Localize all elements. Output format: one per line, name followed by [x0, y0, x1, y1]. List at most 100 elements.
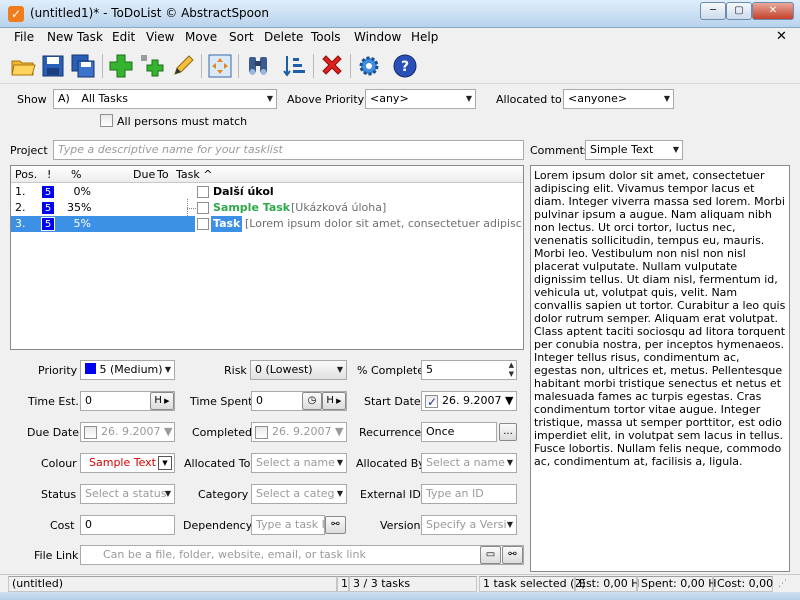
cost-input[interactable]: 0	[80, 515, 175, 535]
save-icon[interactable]	[40, 53, 66, 79]
new-task-icon[interactable]	[108, 53, 134, 79]
close-button[interactable]: ✕	[752, 2, 794, 20]
priority-combo[interactable]: 5 (Medium) ▼	[80, 360, 175, 380]
chevron-down-icon: ▼	[663, 94, 670, 103]
start-date-input[interactable]: 26. 9.2007 ▼	[421, 391, 517, 411]
percent-complete-input[interactable]: 5 ▲ ▼	[421, 360, 517, 380]
completed-date-value: 26. 9.2007	[272, 425, 332, 438]
sort-icon[interactable]	[282, 53, 308, 79]
chevron-down-icon: ▼	[336, 365, 343, 374]
delete-icon[interactable]	[319, 53, 345, 79]
due-date-checkbox[interactable]	[84, 426, 97, 439]
task-done-checkbox[interactable]	[197, 186, 209, 198]
recurrence-input[interactable]: Once	[421, 422, 497, 442]
all-persons-checkbox[interactable]	[100, 114, 113, 127]
allocated-to-filter-label: Allocated to	[496, 93, 562, 106]
chevron-down-icon: ▼	[266, 94, 273, 103]
comments-editor[interactable]: Lorem ipsum dolor sit amet, consectetuer…	[530, 165, 790, 572]
allocated-by-combo[interactable]: Select a name ▼	[421, 453, 517, 473]
link-icon[interactable]: ⚯	[325, 516, 346, 534]
open-folder-icon[interactable]	[10, 53, 36, 79]
task-title: Sample Task	[213, 201, 291, 214]
menu-sort[interactable]: Sort	[229, 30, 254, 44]
chevron-down-icon: ▼	[163, 425, 173, 438]
table-row[interactable]: 1. 5 0% Další úkol	[11, 184, 523, 200]
completed-checkbox[interactable]	[255, 426, 268, 439]
allocated-to-combo[interactable]: Select a name ▼	[251, 453, 347, 473]
status-combo[interactable]: Select a status ▼	[80, 484, 175, 504]
menu-tools[interactable]: Tools	[311, 30, 341, 44]
status-number: 1	[337, 576, 349, 592]
column-percent[interactable]: %	[71, 168, 81, 181]
column-flag[interactable]: !	[47, 168, 51, 181]
browse-folder-icon[interactable]: ▭	[480, 546, 501, 564]
menu-move[interactable]: Move	[185, 30, 217, 44]
external-id-input[interactable]: Type an ID	[421, 484, 517, 504]
menu-file[interactable]: File	[14, 30, 34, 44]
table-row[interactable]: 3. 5 5% Task [Lorem ipsum dolor sit amet…	[11, 216, 523, 232]
category-combo[interactable]: Select a categ ▼	[251, 484, 347, 504]
dependency-input[interactable]: Type a task ID	[251, 515, 325, 535]
chevron-down-icon: ▼	[672, 145, 679, 154]
allocated-to-filter-combo[interactable]: <anyone> ▼	[563, 89, 674, 109]
priority-badge: 5	[41, 201, 55, 215]
edit-pencil-icon[interactable]	[170, 53, 196, 79]
menu-window[interactable]: Window	[354, 30, 401, 44]
risk-label: Risk	[224, 364, 247, 377]
file-link-label: File Link	[34, 549, 79, 562]
project-input[interactable]: Type a descriptive name for your tasklis…	[53, 140, 524, 160]
recurrence-options-button[interactable]: ...	[499, 423, 517, 441]
colour-button[interactable]: Sample Text ▼	[80, 453, 175, 473]
chevron-down-icon: ▼	[506, 458, 513, 467]
recurrence-label: Recurrence	[359, 426, 422, 439]
chevron-down-icon: ▼	[336, 458, 343, 467]
maximize-view-icon[interactable]	[207, 53, 233, 79]
menu-new-task[interactable]: New Task	[47, 30, 103, 44]
percent-complete-value: 5	[426, 363, 433, 376]
save-all-icon[interactable]	[70, 53, 96, 79]
menu-edit[interactable]: Edit	[112, 30, 135, 44]
chevron-down-icon: ▼	[465, 94, 472, 103]
allocated-to-label: Allocated To	[184, 457, 251, 470]
task-done-checkbox[interactable]	[197, 218, 209, 230]
timer-clock-icon[interactable]: ◷	[302, 392, 322, 410]
status-cost: Cost: 0,00	[713, 576, 773, 592]
comments-format-combo[interactable]: Simple Text ▼	[585, 140, 683, 160]
preferences-gear-icon[interactable]	[356, 53, 382, 79]
link-icon[interactable]: ⚯	[502, 546, 523, 564]
column-to[interactable]: To	[157, 168, 169, 181]
time-spent-unit-button[interactable]: H ▶	[322, 392, 346, 410]
spin-arrows-icon[interactable]: ▲ ▼	[509, 361, 514, 379]
due-date-input[interactable]: 26. 9.2007 ▼	[80, 422, 175, 442]
version-combo[interactable]: Specify a Versi ▼	[421, 515, 517, 535]
resize-grip-icon[interactable]: ⋰	[778, 579, 787, 589]
cost-label: Cost	[50, 519, 75, 532]
menu-help[interactable]: Help	[411, 30, 438, 44]
show-filter-combo[interactable]: A) All Tasks ▼	[53, 89, 277, 109]
maximize-button[interactable]: ▢	[726, 2, 752, 20]
risk-combo[interactable]: 0 (Lowest) ▼	[250, 360, 347, 380]
help-icon[interactable]: ?	[392, 53, 418, 79]
time-est-unit-button[interactable]: H ▶	[150, 392, 174, 410]
status-selection: 1 task selected (2)	[479, 576, 586, 592]
start-date-checkbox[interactable]	[425, 393, 438, 410]
column-task[interactable]: Task ^	[176, 168, 212, 181]
app-checkmark-icon: ✓	[8, 6, 24, 22]
task-list[interactable]: Pos. ! % Due To Task ^ 1. 5 0% Další úko…	[10, 165, 524, 350]
minimize-button[interactable]: ─	[700, 2, 726, 20]
column-pos[interactable]: Pos.	[15, 168, 37, 181]
completed-date-input[interactable]: 26. 9.2007 ▼	[251, 422, 347, 442]
task-done-checkbox[interactable]	[197, 202, 209, 214]
find-binoculars-icon[interactable]	[245, 53, 271, 79]
new-subtask-icon[interactable]	[140, 53, 166, 79]
task-comment: [Lorem ipsum dolor sit amet, consectetue…	[245, 217, 523, 230]
allocated-to-filter-value: <anyone>	[568, 92, 628, 105]
menu-view[interactable]: View	[146, 30, 174, 44]
status-spent: Spent: 0,00 H	[637, 576, 716, 592]
file-link-input[interactable]: Can be a file, folder, website, email, o…	[80, 545, 524, 565]
column-due[interactable]: Due	[133, 168, 155, 181]
menu-delete[interactable]: Delete	[264, 30, 303, 44]
table-row[interactable]: 2. 5 35% Sample Task [Ukázková úloha]	[11, 200, 523, 216]
mdi-close-icon[interactable]: ✕	[776, 29, 787, 44]
above-priority-combo[interactable]: <any> ▼	[365, 89, 476, 109]
